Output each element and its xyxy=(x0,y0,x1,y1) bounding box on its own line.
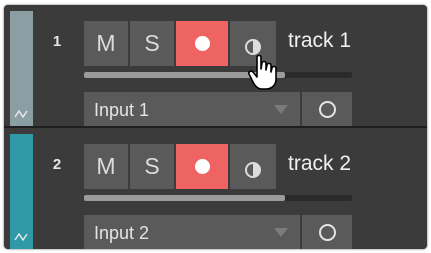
volume-fill xyxy=(84,195,285,201)
record-dot-icon xyxy=(194,159,210,174)
mute-button[interactable]: M xyxy=(84,21,128,66)
volume-fader[interactable] xyxy=(84,195,352,201)
mute-button[interactable]: M xyxy=(84,144,128,189)
input-select[interactable]: Input 1 xyxy=(84,92,300,127)
monitor-button[interactable] xyxy=(230,144,276,189)
dropdown-arrow-icon xyxy=(274,228,288,237)
record-arm-button[interactable] xyxy=(176,144,228,189)
track-name[interactable]: track 2 xyxy=(288,152,351,176)
input-monitor-button[interactable] xyxy=(302,92,352,127)
track-row-1[interactable]: 1 M S track 1 Input 1 xyxy=(4,5,427,127)
track-number: 2 xyxy=(52,156,62,173)
input-monitor-button[interactable] xyxy=(302,215,352,249)
track-color-strip[interactable] xyxy=(10,11,33,126)
monitor-icon xyxy=(244,158,262,178)
waveform-icon[interactable] xyxy=(12,109,30,123)
input-select-value: Input 1 xyxy=(94,100,150,120)
track-number: 1 xyxy=(52,33,62,50)
circle-icon xyxy=(318,101,336,118)
circle-icon xyxy=(318,224,336,241)
track-name[interactable]: track 1 xyxy=(288,29,351,53)
dropdown-arrow-icon xyxy=(274,105,288,114)
track-list: 1 M S track 1 Input 1 2 M S track 2 Inpu… xyxy=(4,5,427,249)
monitor-icon xyxy=(244,35,262,55)
solo-button[interactable]: S xyxy=(130,144,174,189)
record-dot-icon xyxy=(194,36,210,51)
record-arm-button[interactable] xyxy=(176,21,228,66)
input-select[interactable]: Input 2 xyxy=(84,215,300,249)
waveform-icon[interactable] xyxy=(12,232,30,246)
solo-button[interactable]: S xyxy=(130,21,174,66)
hand-pointer-icon xyxy=(248,54,278,92)
volume-fader[interactable] xyxy=(84,72,352,78)
track-row-2[interactable]: 2 M S track 2 Input 2 xyxy=(4,128,427,249)
input-select-value: Input 2 xyxy=(94,223,150,243)
track-color-strip[interactable] xyxy=(10,134,33,249)
